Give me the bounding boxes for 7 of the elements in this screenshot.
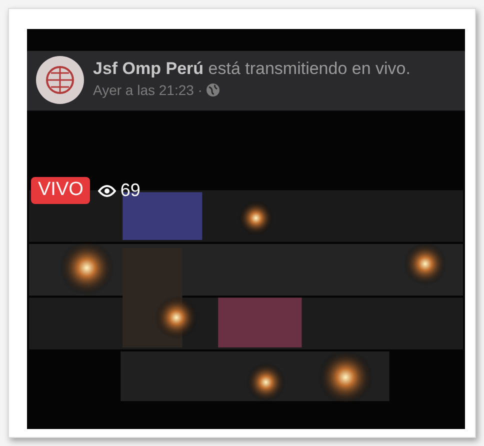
globe-icon <box>206 83 220 98</box>
viewer-count: 69 <box>120 179 140 202</box>
logo-icon[interactable] <box>35 55 85 105</box>
live-badge: VIVO <box>31 177 90 204</box>
post-time[interactable]: Ayer a las 21:23 · <box>93 80 202 101</box>
post-headline: Jsf Omp Perú está transmitiendo en vivo. <box>93 59 410 80</box>
eye-icon <box>98 184 116 196</box>
